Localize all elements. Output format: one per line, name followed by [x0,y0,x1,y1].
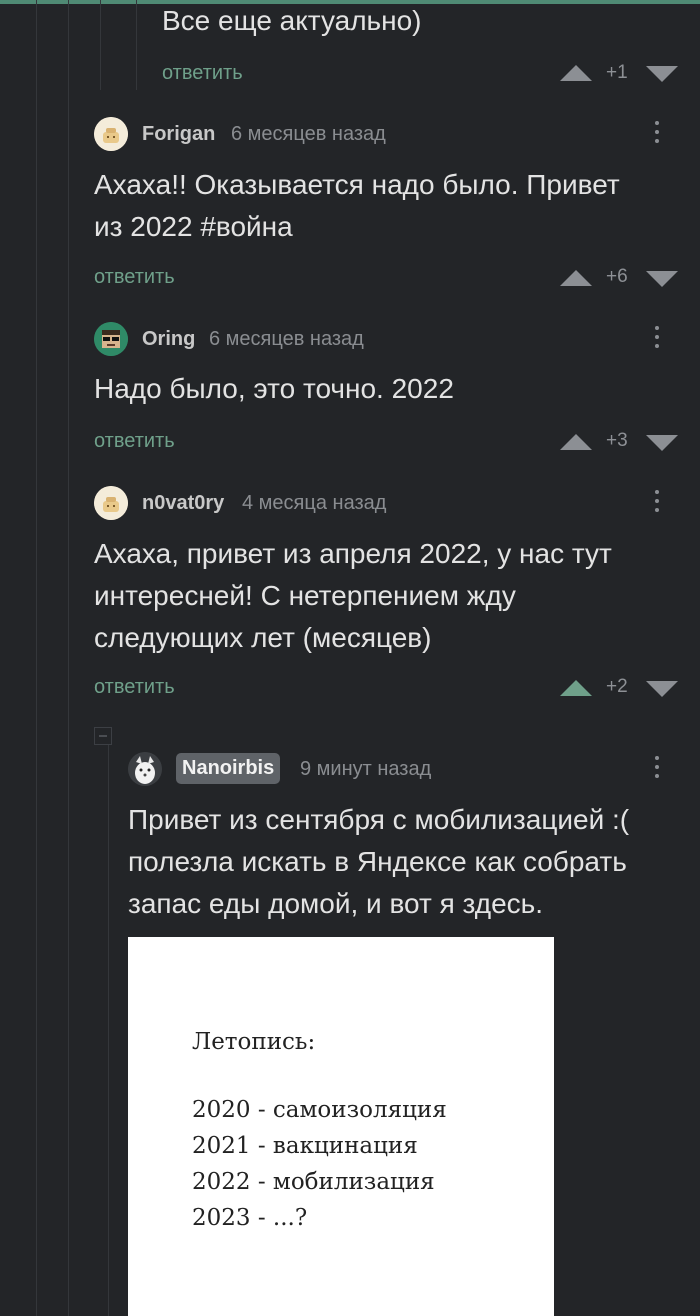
image-line: 2022 - мобилизация [192,1169,435,1195]
downvote-icon[interactable] [646,435,678,451]
more-menu-icon[interactable] [654,326,660,353]
image-heading: Летопись: [192,1029,316,1055]
upvote-icon[interactable] [560,65,592,81]
comment-time: 9 минут назад [300,758,432,780]
comment-text-line: следующих лет (месяцев) [94,622,432,653]
thread-line [36,0,37,1316]
comment-text: Все еще актуально) [162,5,422,36]
author-name[interactable]: Oring [142,328,195,351]
image-line: 2021 - вакцинация [192,1133,418,1159]
comment-text: Ахаха, привет из апреля 2022, у нас тут … [94,533,612,659]
reply-button[interactable]: ответить [94,266,175,289]
comment-text-line: Надо было, это точно. 2022 [94,373,454,404]
score-value: +2 [606,676,628,697]
thread-line [68,0,69,1316]
author-name[interactable]: Forigan [142,123,215,146]
comment-text-line: интересней! С нетерпением жду [94,580,516,611]
comment-text-line: запас еды домой, и вот я здесь. [128,888,544,919]
comment-text-line: Ахаха!! Оказывается надо было. Привет [94,169,620,200]
comment-text-line: полезла искать в Яндексе как собрать [128,846,627,877]
reply-button[interactable]: ответить [94,676,175,699]
image-line: 2023 - ...? [192,1205,308,1231]
downvote-icon[interactable] [646,681,678,697]
more-menu-icon[interactable] [654,756,660,783]
comment-text: Надо было, это точно. 2022 [94,368,454,410]
collapse-icon[interactable] [94,727,112,745]
reply-button[interactable]: ответить [162,62,243,85]
reply-button[interactable]: ответить [94,430,175,453]
downvote-icon[interactable] [646,271,678,287]
downvote-icon[interactable] [646,66,678,82]
comment-time: 6 месяцев назад [231,123,386,145]
upvote-icon[interactable] [560,434,592,450]
image-line: 2020 - самоизоляция [192,1097,447,1123]
thread-line [108,744,109,1316]
author-badge[interactable]: Nanoirbis [176,753,281,784]
comment-text-line: из 2022 #война [94,211,293,242]
author-name[interactable]: n0vat0ry [142,492,224,515]
more-menu-icon[interactable] [654,121,660,148]
comment-text-line: Привет из сентября с мобилизацией :( [128,804,630,835]
score-value: +1 [606,62,628,83]
avatar[interactable] [94,117,128,151]
comment-text: Привет из сентября с мобилизацией :( пол… [128,799,629,925]
comment-text-line: Ахаха, привет из апреля 2022, у нас тут [94,538,612,569]
comment-time: 4 месяца назад [242,492,387,514]
avatar[interactable] [94,322,128,356]
thread-line [100,0,101,90]
upvote-icon[interactable] [560,270,592,286]
score-value: +6 [606,266,628,287]
score-value: +3 [606,430,628,451]
more-menu-icon[interactable] [654,490,660,517]
thread-line [136,0,137,90]
upvote-icon[interactable] [560,680,592,696]
avatar[interactable] [128,752,162,786]
comment-text: Ахаха!! Оказывается надо было. Привет из… [94,164,620,248]
attached-image[interactable]: Летопись: 2020 - самоизоляция 2021 - вак… [128,937,554,1316]
comment-time: 6 месяцев назад [209,328,364,350]
avatar[interactable] [94,486,128,520]
